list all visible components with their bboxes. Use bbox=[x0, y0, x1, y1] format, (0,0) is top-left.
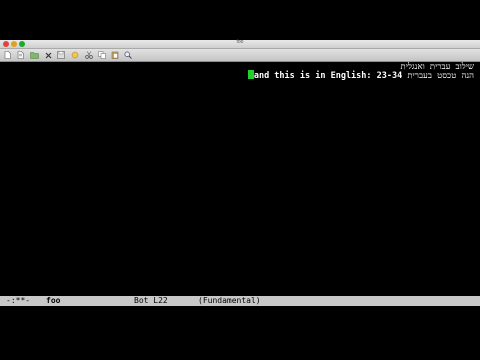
mode-line: -:**- foo Bot L22 (Fundamental) bbox=[0, 296, 480, 306]
title-bar: foo bbox=[0, 39, 480, 49]
editor-buffer[interactable]: שילוב עברית ואנגלית and this is in Engli… bbox=[0, 62, 480, 296]
window-title: foo bbox=[236, 39, 244, 45]
modeline-status: -:**- bbox=[6, 296, 31, 305]
emacs-window: foo שילוב עברית ואנגלית and this is in E… bbox=[0, 39, 480, 315]
save-icon[interactable] bbox=[56, 51, 65, 59]
toolbar bbox=[0, 49, 480, 62]
new-file-icon[interactable] bbox=[3, 51, 12, 59]
modeline-position: Bot L22 bbox=[134, 296, 168, 305]
copy-icon[interactable] bbox=[97, 51, 106, 59]
english-text: and this is in English: 23-34 bbox=[253, 71, 403, 81]
search-icon[interactable] bbox=[123, 51, 132, 59]
close-icon[interactable] bbox=[44, 51, 53, 59]
undo-icon[interactable] bbox=[70, 51, 79, 59]
hebrew-text: הנה טכסט בעברית bbox=[407, 71, 474, 81]
open-file-icon[interactable] bbox=[16, 51, 25, 59]
open-directory-icon[interactable] bbox=[30, 51, 39, 59]
modeline-buffer-name[interactable]: foo bbox=[46, 296, 60, 306]
paste-icon[interactable] bbox=[110, 51, 119, 59]
buffer-line-2: and this is in English: 23-34 הנה טכסט ב… bbox=[247, 70, 474, 81]
minibuffer[interactable] bbox=[0, 306, 480, 315]
modeline-major-mode[interactable]: (Fundamental) bbox=[198, 296, 261, 306]
cut-icon[interactable] bbox=[84, 51, 93, 59]
